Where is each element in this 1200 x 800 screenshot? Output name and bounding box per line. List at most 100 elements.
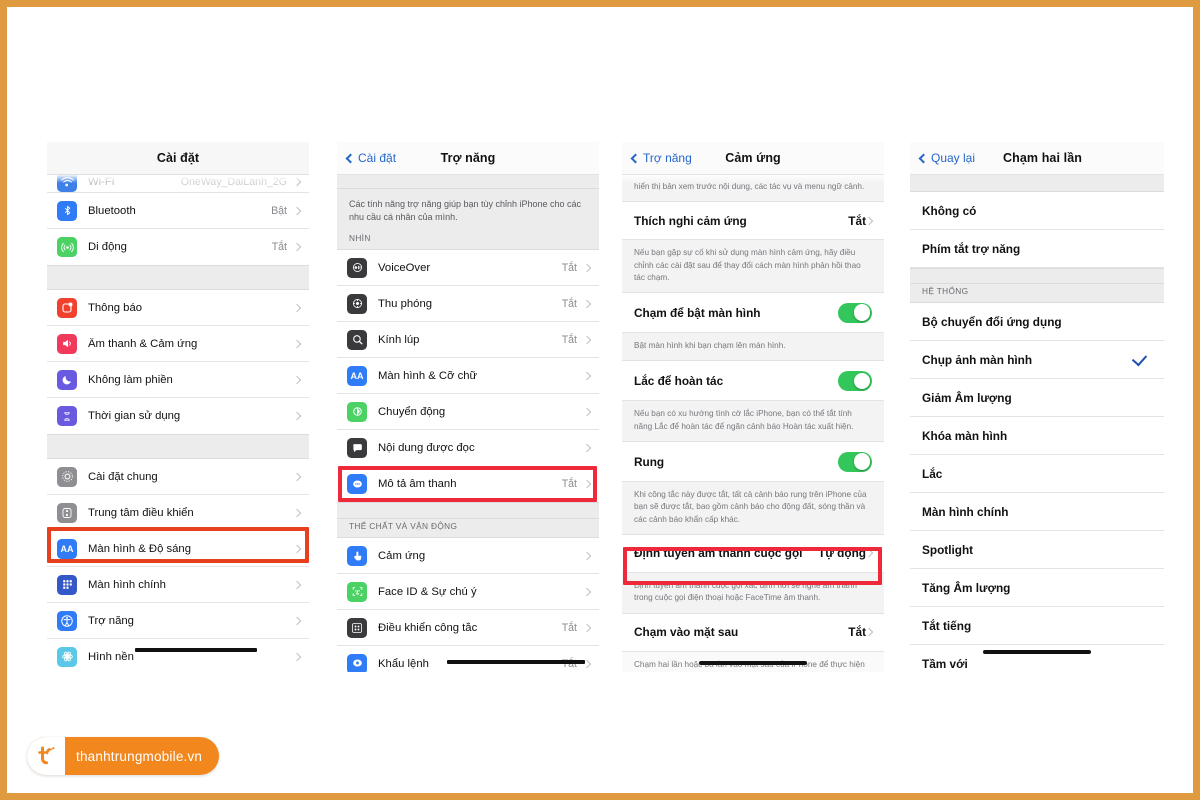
gear-icon: [57, 466, 77, 487]
touch-row-haptic-touch-label: Thích nghi cảm ứng: [634, 213, 747, 228]
settings-row-do-not-disturb[interactable]: Không làm phiền: [47, 362, 309, 398]
back-button-accessibility[interactable]: Trợ năng: [630, 151, 692, 165]
double-tap-option-lock-screen[interactable]: Khóa màn hình: [910, 417, 1164, 455]
panel1-title: Cài đặt: [156, 151, 200, 165]
double-tap-option-screenshot[interactable]: Chụp ảnh màn hình: [910, 341, 1164, 379]
touch-row-haptic-touch[interactable]: Thích nghi cảm ứng Tắt: [622, 202, 884, 241]
chevron-right-icon: [864, 627, 874, 637]
settings-row-screen-time[interactable]: Thời gian sử dụng: [47, 398, 309, 434]
chevron-right-icon: [292, 652, 302, 661]
double-tap-option-volume-up[interactable]: Tăng Âm lượng: [910, 569, 1164, 607]
touch-row-vibration[interactable]: Rung: [622, 442, 884, 483]
settings-row-home-screen[interactable]: Màn hình chính: [47, 567, 309, 603]
settings-row-sounds[interactable]: Âm thanh & Cảm ứng: [47, 326, 309, 362]
back-button-label: Quay lại: [931, 151, 976, 165]
hourglass-icon: [57, 406, 77, 426]
settings-row-display-brightness[interactable]: AA Màn hình & Độ sáng: [47, 531, 309, 567]
settings-row-cellular[interactable]: Di động Tắt: [47, 229, 309, 265]
moon-icon: [57, 369, 77, 390]
chevron-right-icon: [864, 549, 874, 558]
double-tap-option-app-switcher-label: Bộ chuyển đổi ứng dụng: [922, 314, 1062, 329]
accessibility-row-touch-label: Cảm ứng: [378, 549, 426, 562]
settings-row-notifications[interactable]: Thông báo: [47, 290, 309, 326]
chevron-right-icon: [292, 375, 302, 384]
back-button-label: Cài đặt: [358, 151, 397, 165]
back-button-settings[interactable]: Cài đặt: [345, 151, 397, 165]
accessibility-row-audio-descriptions[interactable]: Mô tả âm thanh Tắt: [337, 466, 599, 503]
touch-row-tap-to-wake[interactable]: Chạm để bật màn hình: [622, 293, 884, 334]
magnifier-icon: [347, 329, 367, 350]
double-tap-option-shake[interactable]: Lắc: [910, 455, 1164, 493]
double-tap-option-mute[interactable]: Tắt tiếng: [910, 607, 1164, 645]
voiceover-icon: [347, 257, 367, 278]
accessibility-row-face-id-attention[interactable]: Face ID & Sự chú ý: [337, 574, 599, 611]
settings-row-wallpaper[interactable]: Hình nền: [47, 639, 309, 672]
chevron-right-icon: [582, 551, 592, 560]
back-button-return[interactable]: Quay lại: [918, 151, 976, 165]
touch-row-back-tap-value: Tắt: [848, 625, 866, 640]
double-tap-option-spotlight[interactable]: Spotlight: [910, 531, 1164, 569]
settings-row-do-not-disturb-label: Không làm phiền: [88, 373, 173, 386]
chevron-right-icon: [582, 443, 592, 453]
section-gap: [910, 268, 1164, 284]
accessibility-row-spoken-content-label: Nội dung được đọc: [378, 442, 475, 455]
section-gap: [337, 502, 599, 520]
touch-row-call-audio-routing[interactable]: Định tuyến âm thanh cuộc gọi Tự động: [622, 534, 884, 573]
settings-row-bluetooth-label: Bluetooth: [88, 204, 136, 217]
double-tap-option-reachability-label: Tầm với: [922, 656, 968, 671]
panel-accessibility: Cài đặt Trợ năng Các tính năng trợ năng …: [337, 142, 599, 672]
home-indicator: [983, 649, 1091, 654]
spoken-content-icon: [347, 438, 367, 459]
toggle-knob: [853, 372, 871, 390]
touch-row-shake-to-undo[interactable]: Lắc để hoàn tác: [622, 361, 884, 402]
accessibility-row-voiceover-label: VoiceOver: [378, 261, 431, 274]
settings-row-accessibility-label: Trợ năng: [88, 614, 134, 627]
touch-note-5: Định tuyến âm thanh cuộc gọi xác định nơ…: [622, 572, 884, 614]
double-tap-option-none[interactable]: Không có: [910, 192, 1164, 230]
panel4-navbar: Quay lại Chạm hai lần: [910, 142, 1164, 175]
touch-row-tap-to-wake-label: Chạm để bật màn hình: [634, 305, 761, 320]
tap-to-wake-toggle[interactable]: [838, 302, 872, 323]
double-tap-option-volume-down[interactable]: Giảm Âm lượng: [910, 379, 1164, 417]
panel1-navbar: Cài đặt: [47, 142, 309, 175]
accessibility-row-switch-control-value: Tắt: [561, 621, 577, 634]
accessibility-row-touch[interactable]: Cảm ứng: [337, 538, 599, 575]
settings-row-control-center[interactable]: Trung tâm điều khiển: [47, 495, 309, 531]
accessibility-row-face-id-attention-label: Face ID & Sự chú ý: [378, 585, 477, 598]
settings-row-general[interactable]: Cài đặt chung: [47, 459, 309, 495]
vibration-toggle[interactable]: [838, 451, 872, 472]
chevron-right-icon: [292, 242, 302, 252]
accessibility-row-switch-control[interactable]: Điều khiển công tắc Tắt: [337, 610, 599, 647]
accessibility-row-zoom[interactable]: Thu phóng Tắt: [337, 286, 599, 323]
switch-control-icon: [347, 617, 367, 638]
accessibility-row-magnifier[interactable]: Kính lúp Tắt: [337, 322, 599, 359]
touch-note-4: Khi công tắc này được tắt, tất cả cảnh b…: [622, 482, 884, 535]
double-tap-option-accessibility-shortcut[interactable]: Phím tắt trợ năng: [910, 230, 1164, 268]
chevron-right-icon: [292, 472, 302, 481]
double-tap-option-accessibility-shortcut-label: Phím tắt trợ năng: [922, 241, 1021, 256]
touch-row-back-tap[interactable]: Chạm vào mặt sau Tắt: [622, 613, 884, 652]
settings-row-accessibility[interactable]: Trợ năng: [47, 603, 309, 639]
chevron-right-icon: [292, 177, 302, 186]
double-tap-option-none-label: Không có: [922, 203, 977, 218]
panel2-navbar: Cài đặt Trợ năng: [337, 142, 599, 175]
chevron-left-icon: [630, 153, 641, 163]
accessibility-row-motion[interactable]: Chuyển động: [337, 394, 599, 431]
accessibility-row-zoom-label: Thu phóng: [378, 297, 433, 310]
accessibility-row-display-text-size[interactable]: AA Màn hình & Cỡ chữ: [337, 358, 599, 395]
voice-control-icon: [347, 653, 367, 672]
phone-screenshots-row: Cài đặt Wi-Fi OneWay_DaiLanh_2G Bluetoot…: [7, 142, 1193, 672]
accessibility-row-voiceover[interactable]: VoiceOver Tắt: [337, 250, 599, 287]
double-tap-option-app-switcher[interactable]: Bộ chuyển đổi ứng dụng: [910, 303, 1164, 341]
double-tap-option-volume-up-label: Tăng Âm lượng: [922, 580, 1011, 595]
panel4-title: Chạm hai lần: [1003, 151, 1082, 165]
settings-row-wifi[interactable]: Wi-Fi OneWay_DaiLanh_2G: [47, 175, 309, 193]
shake-to-undo-toggle[interactable]: [838, 370, 872, 391]
section-header-vision: NHÌN: [337, 231, 599, 251]
settings-row-bluetooth[interactable]: Bluetooth Bật: [47, 193, 309, 229]
settings-row-wifi-value: OneWay_DaiLanh_2G: [180, 175, 287, 188]
double-tap-option-home-screen[interactable]: Màn hình chính: [910, 493, 1164, 531]
accessibility-row-spoken-content[interactable]: Nội dung được đọc: [337, 430, 599, 467]
chevron-right-icon: [864, 216, 874, 226]
settings-row-home-screen-label: Màn hình chính: [88, 578, 166, 591]
